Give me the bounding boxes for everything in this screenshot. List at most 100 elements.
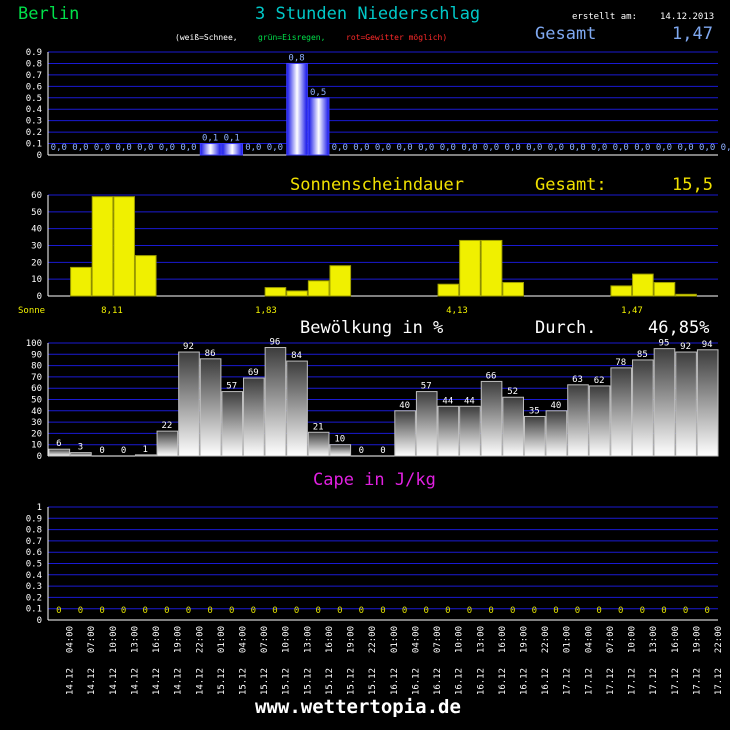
cloud-value-label: 86 <box>205 349 216 359</box>
weather-chart-page: Berlin 3 Stunden Niederschlag erstellt a… <box>0 0 730 730</box>
x-date-label: 15.12 <box>325 668 335 695</box>
precip-ytick-label: 0.8 <box>26 59 42 69</box>
sun-ytick-label: 20 <box>31 258 42 268</box>
cape-value-label: 0 <box>164 606 169 616</box>
sun-bar <box>307 280 330 297</box>
precip-ytick-label: 0.6 <box>26 82 42 92</box>
sun-bar <box>632 273 654 297</box>
cape-value-label: 0 <box>251 606 256 616</box>
x-time-label: 19:00 <box>692 626 702 653</box>
precip-value-label: 0,0 <box>548 143 564 153</box>
x-time-label: 16:00 <box>498 626 508 653</box>
cloud-value-label: 0 <box>359 446 364 456</box>
x-time-label: 04:00 <box>584 626 594 653</box>
cloud-value-label: 85 <box>637 350 648 360</box>
sun-bar <box>437 283 460 297</box>
x-time-label: 16:00 <box>152 626 162 653</box>
cloud-value-label: 96 <box>270 338 281 348</box>
sun-bar <box>134 255 157 297</box>
x-time-label: 22:00 <box>368 626 378 653</box>
precip-ytick-label: 0.9 <box>26 48 42 58</box>
cape-value-label: 0 <box>596 606 601 616</box>
cape-ytick-label: 0.4 <box>26 571 42 581</box>
sun-bar <box>70 266 92 297</box>
x-date-label: 16.12 <box>476 668 486 695</box>
sun-bar <box>653 282 676 297</box>
cape-value-label: 0 <box>186 606 191 616</box>
cape-value-label: 0 <box>380 606 385 616</box>
precip-value-label: 0,0 <box>569 143 585 153</box>
x-date-label: 17.12 <box>628 668 638 695</box>
cloud-value-label: 44 <box>464 396 475 406</box>
precip-value-label: 0,0 <box>116 143 132 153</box>
precip-ytick-label: 0.7 <box>26 71 42 81</box>
cloud-ytick-label: 10 <box>31 441 42 451</box>
x-time-label: 13:00 <box>130 626 140 653</box>
precip-value-label: 0,0 <box>526 143 542 153</box>
cape-value-label: 0 <box>553 606 558 616</box>
x-time-label: 10:00 <box>455 626 465 653</box>
x-time-label: 19:00 <box>347 626 357 653</box>
x-date-label: 14.12 <box>174 668 184 695</box>
precip-value-label: 0,0 <box>137 143 153 153</box>
cloud-ytick-label: 60 <box>31 384 42 394</box>
cloud-value-label: 0 <box>380 446 385 456</box>
x-date-label: 14.12 <box>87 668 97 695</box>
x-time-label: 07:00 <box>260 626 270 653</box>
cape-ytick-label: 0.5 <box>26 560 42 570</box>
x-time-label: 07:00 <box>87 626 97 653</box>
x-time-label: 16:00 <box>671 626 681 653</box>
cloud-value-label: 69 <box>248 368 259 378</box>
precip-value-label: 0,0 <box>245 143 261 153</box>
cloud-value-label: 10 <box>334 435 345 445</box>
cape-value-label: 0 <box>467 606 472 616</box>
sun-ytick-label: 0 <box>37 292 42 302</box>
x-date-label: 17.12 <box>714 668 724 695</box>
x-time-label: 01:00 <box>563 626 573 653</box>
cloud-bar <box>134 454 157 457</box>
cloud-ytick-label: 50 <box>31 396 42 406</box>
cloud-value-label: 52 <box>507 387 518 397</box>
cape-value-label: 0 <box>683 606 688 616</box>
sun-ytick-label: 30 <box>31 242 42 252</box>
precip-value-label: 0,0 <box>418 143 434 153</box>
cloud-value-label: 94 <box>702 340 713 350</box>
cloud-bar <box>394 410 416 457</box>
x-date-label: 15.12 <box>260 668 270 695</box>
cloud-value-label: 66 <box>486 371 497 381</box>
precip-value-label: 0,0 <box>656 143 672 153</box>
cape-ytick-label: 0.8 <box>26 526 42 536</box>
cape-value-label: 0 <box>661 606 666 616</box>
cloud-value-label: 92 <box>680 342 691 352</box>
cloud-value-label: 21 <box>313 422 324 432</box>
x-time-label: 07:00 <box>433 626 443 653</box>
x-time-label: 01:00 <box>390 626 400 653</box>
x-date-label: 17.12 <box>563 668 573 695</box>
cloud-ytick-label: 30 <box>31 418 42 428</box>
cape-ytick-label: 1 <box>37 503 42 513</box>
cloud-value-label: 22 <box>161 421 172 431</box>
x-date-label: 17.12 <box>606 668 616 695</box>
sun-day-label: Sonne <box>18 306 45 316</box>
cloud-bar <box>545 410 568 457</box>
x-date-label: 15.12 <box>368 668 378 695</box>
cape-ytick-label: 0.9 <box>26 514 42 524</box>
sun-bar <box>480 239 503 297</box>
precip-value-label: 0,0 <box>180 143 196 153</box>
cloud-bar <box>588 385 611 457</box>
cloud-value-label: 57 <box>226 382 237 392</box>
cloud-value-label: 62 <box>594 376 605 386</box>
cape-ytick-label: 0 <box>37 616 42 626</box>
cape-value-label: 0 <box>272 606 277 616</box>
precip-ytick-label: 0.5 <box>26 94 42 104</box>
cape-value-label: 0 <box>640 606 645 616</box>
sun-day-total: 4,13 <box>446 306 468 316</box>
cape-value-label: 0 <box>618 606 623 616</box>
cape-value-label: 0 <box>121 606 126 616</box>
sun-bar <box>91 196 114 297</box>
precip-value-label: 0,0 <box>505 143 521 153</box>
cloud-value-label: 3 <box>78 443 83 453</box>
x-time-label: 13:00 <box>303 626 313 653</box>
cloud-value-label: 6 <box>56 439 61 449</box>
precip-value-label: 0,0 <box>613 143 629 153</box>
